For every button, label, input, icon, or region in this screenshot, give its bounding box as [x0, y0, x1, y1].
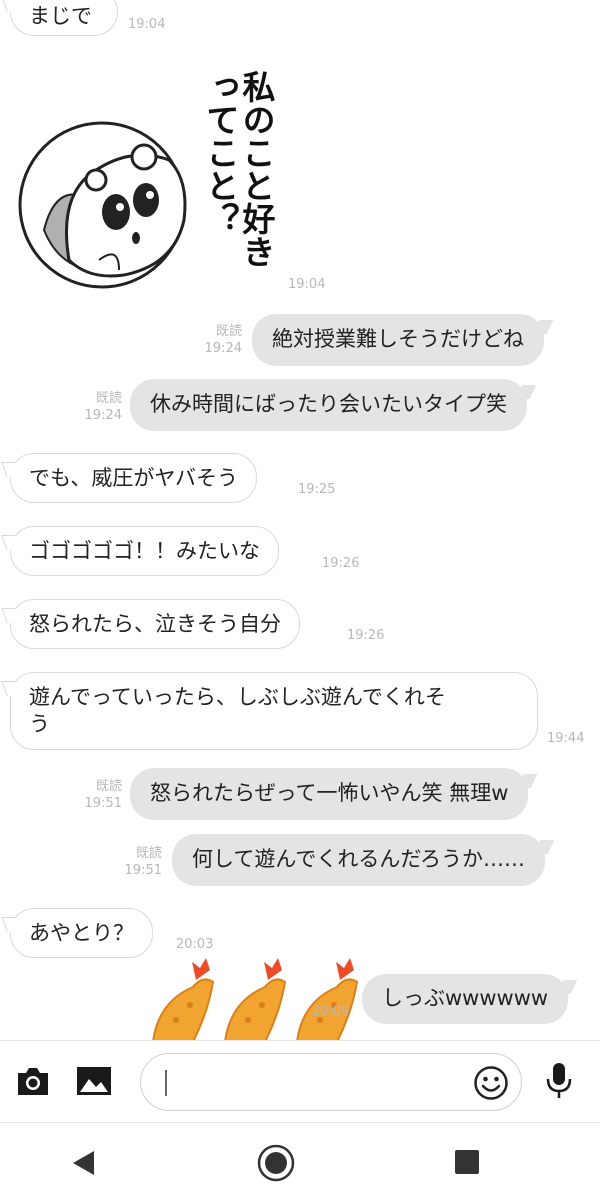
camera-icon[interactable] [16, 1065, 50, 1097]
emoji-icon[interactable] [473, 1065, 509, 1101]
recents-icon[interactable] [454, 1149, 480, 1175]
message-time: 19:04 [128, 17, 166, 32]
read-receipt: 既読 19:51 [124, 846, 162, 878]
message-time: 20:09 [312, 1004, 350, 1019]
message-bubble[interactable]: しっぶwwwwww [362, 974, 569, 1024]
sticker-bear[interactable]: 私のこと好きってこと？ [14, 60, 276, 300]
message-time: 19:25 [298, 482, 336, 497]
message-time: 19:26 [322, 556, 360, 571]
text-cursor [165, 1070, 167, 1096]
message-text: う [29, 712, 50, 736]
sticker-ebi-fry[interactable] [148, 950, 368, 1040]
message-text: ゴゴゴゴゴ！！みたいな [29, 539, 260, 563]
message-text: しっぶwwwwww [382, 986, 549, 1010]
message-time: 19:26 [347, 628, 385, 643]
message-bubble[interactable]: まじで [10, 0, 118, 36]
message-text: 怒られたらぜって一怖いやん笑 無理w [150, 781, 509, 805]
message-time: 19:04 [288, 277, 326, 292]
message-text: 休み時間にばったり会いたいタイプ笑 [150, 392, 507, 416]
message-text: 何して遊んでくれるんだろうか…… [192, 847, 526, 871]
message-text: あやとり？ [29, 921, 134, 945]
message-bubble[interactable]: 絶対授業難しそうだけどね [252, 314, 544, 366]
message-bubble[interactable]: 何して遊んでくれるんだろうか…… [172, 834, 546, 886]
message-input[interactable] [140, 1053, 522, 1111]
message-text: 遊んでっていったら、しぶしぶ遊んでくれそ [29, 685, 446, 709]
message-bubble[interactable]: 遊んでっていったら、しぶしぶ遊んでくれそ う [10, 672, 538, 750]
message-bubble[interactable]: 怒られたら、泣きそう自分 [10, 599, 300, 649]
message-bubble[interactable]: あやとり？ [10, 908, 153, 958]
system-navigation-bar [0, 1122, 600, 1201]
read-receipt: 既読 19:51 [84, 779, 122, 811]
microphone-icon[interactable] [544, 1061, 574, 1101]
home-icon[interactable] [256, 1143, 296, 1183]
message-time: 19:44 [547, 731, 585, 746]
image-icon[interactable] [76, 1065, 112, 1097]
message-bubble[interactable]: でも、威圧がヤバそう [10, 453, 257, 503]
sticker-caption: 私のこと好きってこと？ [201, 70, 276, 268]
message-bubble[interactable]: 休み時間にばったり会いたいタイプ笑 [130, 379, 527, 431]
ebi-fry-sticker-image [152, 958, 359, 1040]
message-bubble[interactable]: 怒られたらぜって一怖いやん笑 無理w [130, 768, 529, 820]
message-bubble[interactable]: ゴゴゴゴゴ！！みたいな [10, 526, 279, 576]
read-receipt: 既読 19:24 [204, 324, 242, 356]
message-text: 怒られたら、泣きそう自分 [29, 612, 281, 636]
message-text: でも、威圧がヤバそう [29, 466, 238, 490]
message-text: 絶対授業難しそうだけどね [272, 327, 524, 351]
chat-area[interactable]: まじで 19:04 私のこと好きってこと？ 19:04 既読 19:24 絶対授… [0, 0, 600, 1040]
read-receipt: 既読 19:24 [84, 391, 122, 423]
back-icon[interactable] [70, 1149, 96, 1177]
message-input-bar [0, 1040, 600, 1123]
message-text: まじで [29, 4, 92, 28]
